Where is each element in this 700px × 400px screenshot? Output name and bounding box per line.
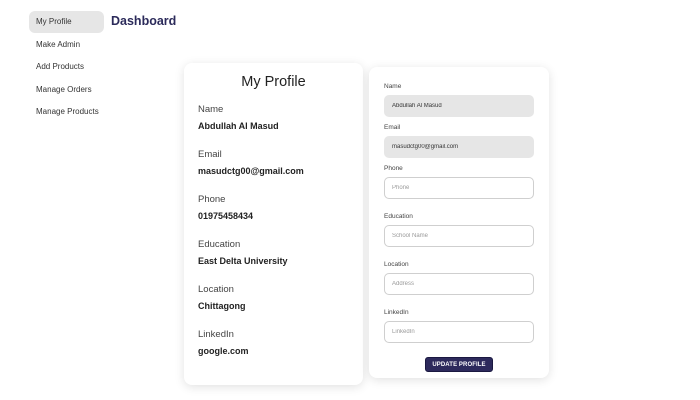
sidebar-item-add-products[interactable]: Add Products <box>29 56 104 78</box>
page-title: Dashboard <box>111 14 177 28</box>
location-field-label: Location <box>384 261 409 268</box>
profile-name-value: Abdullah Al Masud <box>198 121 279 131</box>
profile-location-label: Location <box>198 284 234 295</box>
sidebar-item-manage-products[interactable]: Manage Products <box>29 101 104 123</box>
submit-row: UPDATE PROFILE <box>384 353 534 372</box>
profile-phone-label: Phone <box>198 194 226 205</box>
profile-linkedin-value: google.com <box>198 346 249 356</box>
name-field-label: Name <box>384 83 402 90</box>
profile-email-value: masudctg00@gmail.com <box>198 166 304 176</box>
sidebar: My Profile Make Admin Add Products Manag… <box>29 11 104 124</box>
linkedin-field-label: LinkedIn <box>384 309 409 316</box>
profile-linkedin-label: LinkedIn <box>198 329 234 340</box>
phone-field-label: Phone <box>384 165 403 172</box>
name-field[interactable] <box>384 95 534 117</box>
profile-education-label: Education <box>198 239 241 250</box>
profile-phone-value: 01975458434 <box>198 211 254 221</box>
phone-field[interactable] <box>384 177 534 199</box>
location-field[interactable] <box>384 273 534 295</box>
profile-email-label: Email <box>198 149 222 160</box>
education-field-label: Education <box>384 213 413 220</box>
sidebar-item-make-admin[interactable]: Make Admin <box>29 34 104 56</box>
linkedin-field[interactable] <box>384 321 534 343</box>
profile-location-value: Chittagong <box>198 301 246 311</box>
profile-name-label: Name <box>198 104 224 115</box>
email-field-label: Email <box>384 124 401 131</box>
profile-card-title: My Profile <box>241 74 306 90</box>
email-field[interactable] <box>384 136 534 158</box>
education-field[interactable] <box>384 225 534 247</box>
update-profile-form: Name Email Phone Education Location Link… <box>369 67 549 378</box>
sidebar-item-my-profile[interactable]: My Profile <box>29 11 104 33</box>
profile-education-value: East Delta University <box>198 256 288 266</box>
update-profile-button[interactable]: UPDATE PROFILE <box>425 357 493 372</box>
sidebar-item-manage-orders[interactable]: Manage Orders <box>29 79 104 101</box>
profile-card: My Profile Name Abdullah Al Masud Email … <box>184 63 363 385</box>
